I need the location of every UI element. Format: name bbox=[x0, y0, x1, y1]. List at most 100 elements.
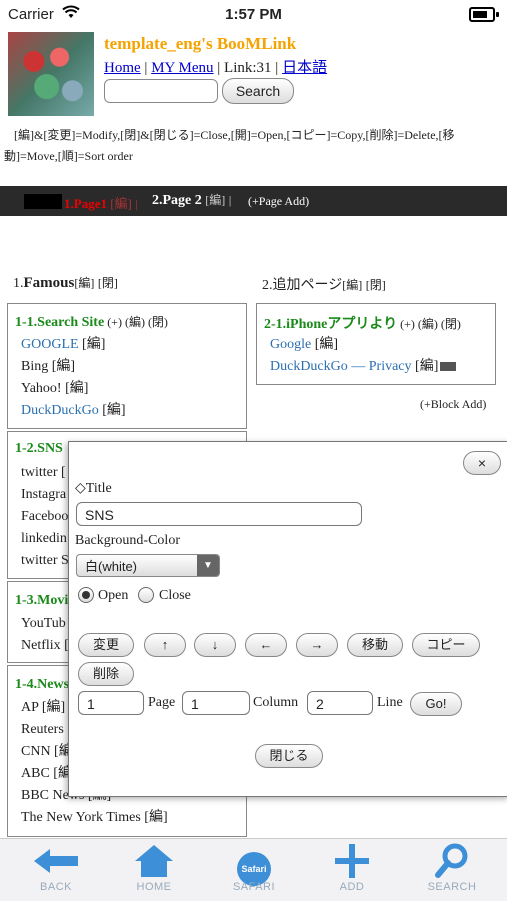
page-number-input[interactable]: 1 bbox=[78, 691, 144, 715]
move-icon[interactable] bbox=[440, 362, 457, 372]
add-block-button[interactable]: (+Block Add) bbox=[420, 397, 486, 412]
tab-page2[interactable]: 2.Page 2 [編] | bbox=[152, 191, 231, 209]
column1-edit[interactable]: [編] bbox=[74, 276, 94, 290]
link-item[interactable]: GOOGLE [編] bbox=[21, 334, 126, 356]
top-nav: Home | MY Menu | Link:31 | 日本語 bbox=[104, 56, 327, 77]
nav-my-menu-link[interactable]: MY Menu bbox=[151, 60, 213, 76]
column-number-input[interactable]: 1 bbox=[182, 691, 250, 715]
column2-edit[interactable]: [編] bbox=[342, 278, 362, 292]
title-input[interactable]: SNS bbox=[76, 502, 362, 526]
column1-header: 1.Famous[編] [閉] bbox=[13, 274, 118, 292]
column-label: Column bbox=[253, 695, 299, 710]
move-up-button[interactable]: ↑ bbox=[144, 633, 186, 657]
profile-image bbox=[8, 32, 94, 116]
add-button[interactable]: ADD bbox=[312, 843, 392, 893]
link-count: | Link:31 | bbox=[213, 60, 283, 76]
title-label: ◇Title bbox=[75, 481, 112, 496]
link-item[interactable]: Google [編] bbox=[270, 334, 456, 356]
block-title: 2-1.iPhoneアプリより (+) (編) (閉) bbox=[264, 313, 461, 333]
search-button[interactable]: Search bbox=[222, 78, 294, 104]
copy-button[interactable]: コピー bbox=[412, 633, 480, 657]
link-item[interactable]: twitter S bbox=[21, 550, 69, 572]
column1-number: 1. bbox=[13, 276, 24, 291]
link-list: GOOGLE [編] Bing [編] Yahoo! [編] DuckDuckG… bbox=[21, 334, 126, 422]
magnifier-icon bbox=[412, 843, 492, 879]
background-color-label: Background-Color bbox=[75, 533, 180, 548]
tab-separator: | bbox=[228, 193, 232, 207]
block-controls[interactable]: (+) (編) (閉) bbox=[397, 317, 461, 331]
link-list: Google [編] DuckDuckGo — Privacy [編] bbox=[270, 334, 457, 378]
line-label: Line bbox=[377, 695, 403, 710]
tab-page2-edit[interactable]: [編] bbox=[205, 193, 225, 207]
tab-page1-label[interactable]: 1.Page1 bbox=[64, 196, 107, 211]
block-search-site: 1-1.Search Site (+) (編) (閉) GOOGLE [編] B… bbox=[7, 303, 247, 429]
close-label: Close bbox=[159, 588, 191, 603]
dialog-close-button[interactable]: × bbox=[463, 451, 501, 475]
link-item[interactable]: Instagra bbox=[21, 484, 69, 506]
clock: 1:57 PM bbox=[225, 6, 282, 23]
background-color-value: 白(white) bbox=[85, 559, 138, 574]
block-title: 1-1.Search Site (+) (編) (閉) bbox=[15, 313, 168, 331]
page-tab-marker bbox=[24, 194, 62, 209]
legend-text: [編]&[変更]=Modify,[閉]&[閉じる]=Close,[開]=Open… bbox=[4, 128, 455, 163]
battery-tip-icon bbox=[496, 12, 499, 17]
edit-block-dialog: × ◇Title SNS Background-Color 白(white) ▼… bbox=[68, 441, 507, 797]
block-title: 1-4.News bbox=[15, 677, 70, 692]
link-item[interactable]: linkedin bbox=[21, 528, 69, 550]
block-iphone-app: 2-1.iPhoneアプリより (+) (編) (閉) Google [編] D… bbox=[256, 303, 496, 385]
search-input[interactable] bbox=[104, 79, 218, 103]
back-arrow-icon bbox=[16, 843, 96, 879]
back-label: BACK bbox=[40, 881, 72, 893]
modify-button[interactable]: 変更 bbox=[78, 633, 134, 657]
block-title-text: 2-1.iPhoneアプリより bbox=[264, 317, 398, 332]
safari-icon: Safari bbox=[214, 843, 294, 886]
delete-button[interactable]: 削除 bbox=[78, 662, 134, 686]
home-label: HOME bbox=[136, 881, 172, 893]
back-button[interactable]: BACK bbox=[16, 843, 96, 893]
block-controls[interactable]: (+) (編) (閉) bbox=[104, 315, 168, 329]
block-title: 1-2.SNS bbox=[15, 441, 63, 456]
column1-title: Famous bbox=[23, 275, 75, 291]
nav-japanese-link[interactable]: 日本語 bbox=[282, 60, 327, 76]
search-label: SEARCH bbox=[427, 881, 477, 893]
link-item[interactable]: Netflix [ bbox=[21, 635, 69, 657]
line-number-input[interactable]: 2 bbox=[307, 691, 373, 715]
add-page-button[interactable]: (+Page Add) bbox=[248, 194, 309, 209]
background-color-select[interactable]: 白(white) ▼ bbox=[76, 554, 220, 577]
link-item[interactable]: twitter [ bbox=[21, 462, 69, 484]
plus-icon bbox=[312, 843, 392, 879]
open-label: Open bbox=[98, 588, 129, 603]
move-button[interactable]: 移動 bbox=[347, 633, 403, 657]
column1-close[interactable]: [閉] bbox=[98, 276, 118, 290]
close-dialog-button[interactable]: 閉じる bbox=[255, 744, 323, 768]
column2-header: 2.追加ページ[編] [閉] bbox=[262, 274, 386, 294]
nav-home-link[interactable]: Home bbox=[104, 60, 141, 76]
link-item[interactable]: DuckDuckGo [編] bbox=[21, 400, 126, 422]
column2-title: 追加ページ bbox=[272, 278, 343, 293]
link-item[interactable]: YouTub bbox=[21, 613, 69, 635]
search-tool-button[interactable]: SEARCH bbox=[412, 843, 492, 893]
home-icon bbox=[114, 843, 194, 879]
link-item[interactable]: The New York Times [編] bbox=[21, 807, 168, 829]
status-bar: Carrier 1:57 PM bbox=[0, 0, 507, 30]
move-down-button[interactable]: ↓ bbox=[194, 633, 236, 657]
link-item[interactable]: Bing [編] bbox=[21, 356, 126, 378]
close-radio[interactable] bbox=[138, 587, 154, 603]
link-item[interactable]: DuckDuckGo — Privacy [編] bbox=[270, 356, 457, 378]
link-list: twitter [ Instagra Faceboo linkedin twit… bbox=[21, 462, 69, 572]
column2-close[interactable]: [閉] bbox=[366, 278, 386, 292]
tab-page1-edit[interactable]: [編] bbox=[110, 196, 132, 211]
tab-separator: | bbox=[135, 197, 138, 211]
move-left-button[interactable]: ← bbox=[245, 633, 287, 657]
tab-page1[interactable]: 1.Page1 [編] | bbox=[64, 193, 138, 212]
link-item[interactable]: Faceboo bbox=[21, 506, 69, 528]
safari-button[interactable]: Safari SAFARI bbox=[214, 843, 294, 893]
tab-page2-label[interactable]: 2.Page 2 bbox=[152, 193, 202, 208]
go-button[interactable]: Go! bbox=[410, 692, 462, 716]
move-right-button[interactable]: → bbox=[296, 633, 338, 657]
battery-icon bbox=[469, 7, 495, 22]
bottom-toolbar: BACK HOME Safari SAFARI ADD SEARCH bbox=[0, 838, 507, 901]
home-button[interactable]: HOME bbox=[114, 843, 194, 893]
link-item[interactable]: Yahoo! [編] bbox=[21, 378, 126, 400]
open-radio[interactable] bbox=[78, 587, 94, 603]
